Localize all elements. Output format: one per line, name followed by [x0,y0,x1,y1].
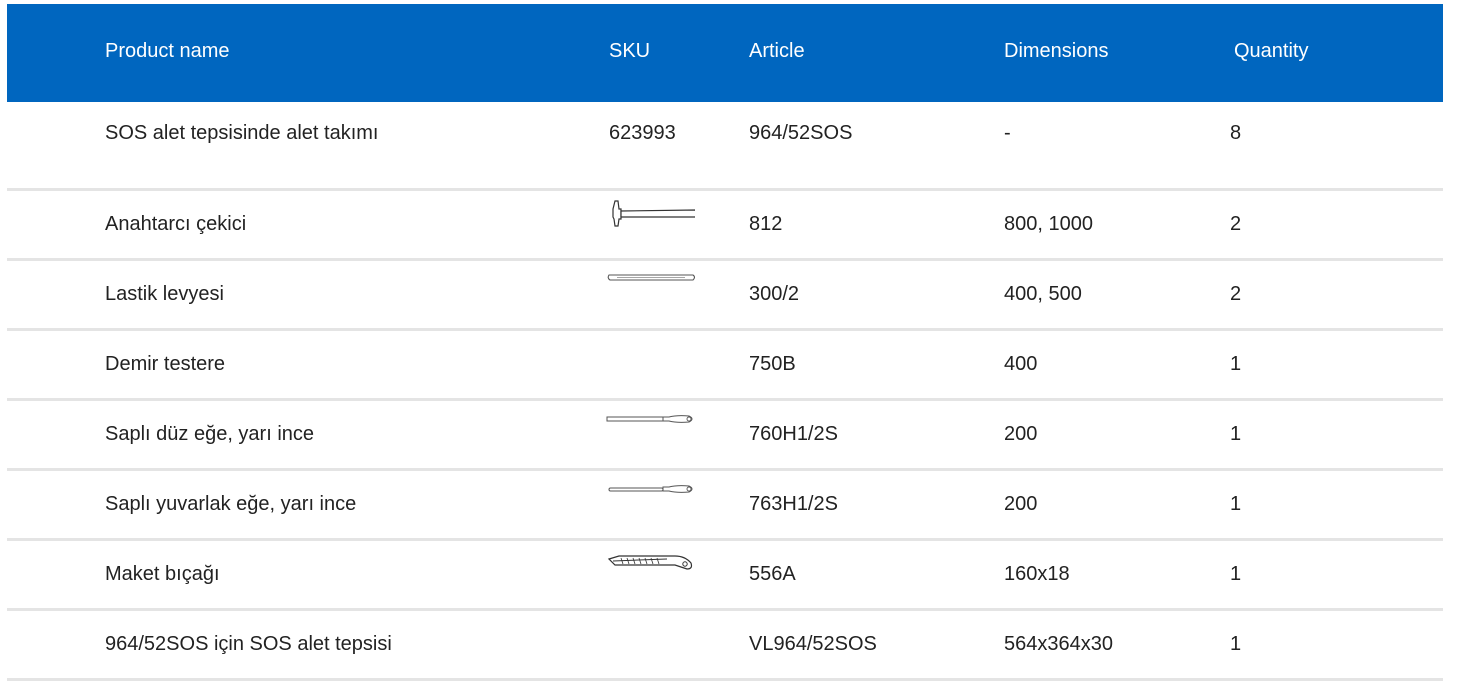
product-name-cell: Anahtarcı çekici [105,213,247,235]
dimensions-cell: 200 [1004,493,1038,515]
table-row: Anahtarcı çekici 812 800, 1000 2 [7,191,1443,261]
table-row: Saplı yuvarlak eğe, yarı ince 763H1/2S 2… [7,471,1443,541]
table-row: 964/52SOS için SOS alet tepsisi VL964/52… [7,611,1443,681]
table-row: Saplı düz eğe, yarı ince 760H1/2S 200 1 [7,401,1443,471]
dimensions-cell: - [1004,122,1011,144]
header-product-name: Product name [105,40,230,62]
dimensions-cell: 400, 500 [1004,283,1082,305]
quantity-cell: 1 [1230,633,1242,655]
quantity-cell: 2 [1230,213,1242,235]
dimensions-cell: 800, 1000 [1004,213,1093,235]
article-cell: VL964/52SOS [749,633,877,655]
article-cell: 964/52SOS [749,122,853,144]
article-cell: 763H1/2S [749,493,838,515]
product-name-cell: Lastik levyesi [105,283,224,305]
article-cell: 760H1/2S [749,423,838,445]
hammer-icon [605,197,695,229]
sku-cell: 623993 [609,122,676,144]
article-cell: 556A [749,563,796,585]
tyre-lever-icon [605,267,695,299]
header-sku: SKU [609,40,651,62]
product-name-cell: Saplı düz eğe, yarı ince [105,423,315,445]
product-name-cell: Maket bıçağı [105,563,220,585]
product-name-cell: Demir testere [105,353,226,375]
table-row: Maket bıçağı 556A 160x18 1 [7,541,1443,611]
product-name-cell: 964/52SOS için SOS alet tepsisi [105,633,392,655]
header-dimensions: Dimensions [1004,40,1109,62]
article-cell: 300/2 [749,283,800,305]
table-row: SOS alet tepsisinde alet takımı 623993 9… [7,102,1443,191]
product-name-cell: SOS alet tepsisinde alet takımı [105,122,379,144]
article-cell: 750B [749,353,796,375]
table-row: Demir testere 750B 400 1 [7,331,1443,401]
header-quantity: Quantity [1234,40,1309,62]
flat-file-icon [605,407,695,439]
quantity-cell: 1 [1230,353,1242,375]
dimensions-cell: 564x364x30 [1004,633,1113,655]
round-file-icon [605,477,695,509]
header-article: Article [749,40,805,62]
table-row: Lastik levyesi 300/2 400, 500 2 [7,261,1443,331]
table-header: Product name SKU Article Dimensions Quan… [7,4,1443,102]
dimensions-cell: 160x18 [1004,563,1070,585]
quantity-cell: 1 [1230,423,1242,445]
dimensions-cell: 400 [1004,353,1038,375]
quantity-cell: 1 [1230,563,1242,585]
quantity-cell: 2 [1230,283,1242,305]
quantity-cell: 8 [1230,122,1242,144]
product-table: Product name SKU Article Dimensions Quan… [7,4,1443,681]
dimensions-cell: 200 [1004,423,1038,445]
utility-knife-icon [605,547,695,579]
quantity-cell: 1 [1230,493,1242,515]
product-name-cell: Saplı yuvarlak eğe, yarı ince [105,493,357,515]
article-cell: 812 [749,213,783,235]
